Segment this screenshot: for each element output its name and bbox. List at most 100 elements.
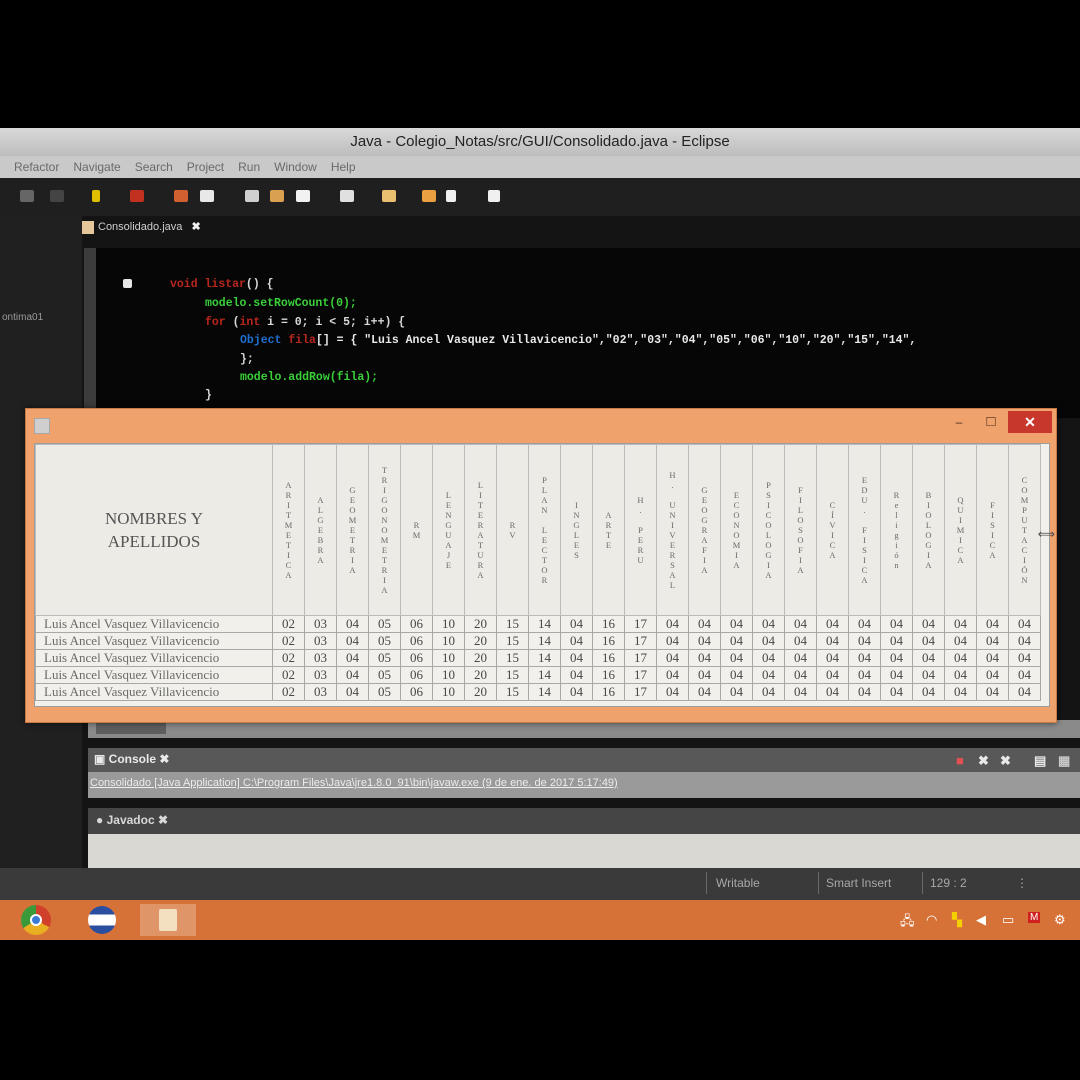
- column-header[interactable]: ARTE: [592, 444, 625, 616]
- grade-cell[interactable]: 04: [976, 615, 1009, 633]
- column-header[interactable]: GEOMETRIA: [336, 444, 369, 616]
- grade-cell[interactable]: 04: [912, 632, 945, 650]
- remove-launch-icon[interactable]: ✖: [978, 753, 989, 769]
- grade-cell[interactable]: 17: [624, 632, 657, 650]
- column-header[interactable]: EDU. FISICA: [848, 444, 881, 616]
- grade-cell[interactable]: 20: [464, 683, 497, 701]
- edit-icon[interactable]: [296, 190, 310, 202]
- table-row[interactable]: Luis Ancel Vasquez Villavicencio 02 03 04 05…: [35, 615, 1041, 633]
- grade-cell[interactable]: 05: [368, 683, 401, 701]
- grade-cell[interactable]: 04: [912, 649, 945, 667]
- grade-cell[interactable]: 04: [688, 666, 721, 684]
- table-row[interactable]: Luis Ancel Vasquez Villavicencio 02 03 04 05…: [35, 666, 1041, 684]
- column-header[interactable]: GEOGRAFIA: [688, 444, 721, 616]
- grade-cell[interactable]: 17: [624, 615, 657, 633]
- grade-cell[interactable]: 04: [720, 683, 753, 701]
- grade-cell[interactable]: 14: [528, 632, 561, 650]
- grade-cell[interactable]: 04: [848, 683, 881, 701]
- grade-cell[interactable]: 14: [528, 683, 561, 701]
- grade-cell[interactable]: 04: [336, 683, 369, 701]
- student-name-cell[interactable]: Luis Ancel Vasquez Villavicencio: [35, 632, 273, 650]
- maximize-button[interactable]: □: [978, 411, 1004, 433]
- column-header[interactable]: H. UNIVERSAL: [656, 444, 689, 616]
- grade-cell[interactable]: 04: [848, 615, 881, 633]
- grade-cell[interactable]: 04: [784, 683, 817, 701]
- grade-cell[interactable]: 04: [944, 666, 977, 684]
- column-header-names[interactable]: NOMBRES Y APELLIDOS: [35, 444, 273, 616]
- close-icon[interactable]: ✖: [191, 221, 200, 233]
- grade-cell[interactable]: 04: [560, 649, 593, 667]
- grade-cell[interactable]: 15: [496, 683, 529, 701]
- scroll-lock-icon[interactable]: ▦: [1058, 753, 1070, 769]
- grade-cell[interactable]: 04: [1008, 666, 1041, 684]
- monitor-icon[interactable]: ▭: [1002, 912, 1014, 928]
- search-icon[interactable]: [245, 190, 259, 202]
- grade-cell[interactable]: 04: [688, 649, 721, 667]
- grade-cell[interactable]: 04: [752, 649, 785, 667]
- column-header[interactable]: FILOSOFIA: [784, 444, 817, 616]
- grade-cell[interactable]: 04: [944, 632, 977, 650]
- open-folder-icon[interactable]: [270, 190, 284, 202]
- debug-icon[interactable]: [92, 190, 100, 202]
- grade-cell[interactable]: 04: [560, 683, 593, 701]
- grade-cell[interactable]: 04: [336, 632, 369, 650]
- console-tab[interactable]: ▣ Console ✖: [94, 752, 169, 766]
- column-header[interactable]: PSICOLOGIA: [752, 444, 785, 616]
- grade-cell[interactable]: 16: [592, 632, 625, 650]
- java-app-taskbar-icon[interactable]: [140, 904, 196, 936]
- bookmark-icon[interactable]: [340, 190, 354, 202]
- grade-cell[interactable]: 04: [880, 649, 913, 667]
- grade-cell[interactable]: 15: [496, 632, 529, 650]
- grade-cell[interactable]: 05: [368, 649, 401, 667]
- menu-item[interactable]: Navigate: [73, 156, 120, 178]
- grade-cell[interactable]: 04: [784, 666, 817, 684]
- grade-cell[interactable]: 04: [880, 615, 913, 633]
- grade-cell[interactable]: 02: [272, 649, 305, 667]
- grade-cell[interactable]: 17: [624, 683, 657, 701]
- column-header[interactable]: LITERATURA: [464, 444, 497, 616]
- minimize-button[interactable]: –: [946, 411, 972, 433]
- grade-cell[interactable]: 16: [592, 649, 625, 667]
- menu-item[interactable]: Project: [187, 156, 224, 178]
- annotation-icon[interactable]: [382, 190, 396, 202]
- close-button[interactable]: ✕: [1008, 411, 1052, 433]
- wifi-icon[interactable]: ◠: [926, 912, 937, 928]
- student-name-cell[interactable]: Luis Ancel Vasquez Villavicencio: [35, 615, 273, 633]
- grade-cell[interactable]: 04: [560, 666, 593, 684]
- column-header[interactable]: ECONOMIA: [720, 444, 753, 616]
- grade-cell[interactable]: 04: [784, 649, 817, 667]
- grade-cell[interactable]: 10: [432, 615, 465, 633]
- grade-cell[interactable]: 20: [464, 649, 497, 667]
- menu-item[interactable]: Search: [135, 156, 173, 178]
- grade-cell[interactable]: 05: [368, 632, 401, 650]
- column-header[interactable]: H. PERU: [624, 444, 657, 616]
- column-header[interactable]: ARITMETICA: [272, 444, 305, 616]
- column-header[interactable]: RV: [496, 444, 529, 616]
- grade-cell[interactable]: 04: [1008, 649, 1041, 667]
- settings-icon[interactable]: ⚙: [1054, 912, 1066, 928]
- grade-cell[interactable]: 03: [304, 666, 337, 684]
- grade-cell[interactable]: 02: [272, 632, 305, 650]
- grade-cell[interactable]: 04: [656, 632, 689, 650]
- browser-icon[interactable]: [80, 904, 124, 936]
- grade-cell[interactable]: 04: [848, 632, 881, 650]
- grade-cell[interactable]: 04: [688, 615, 721, 633]
- clear-console-icon[interactable]: ▤: [1034, 753, 1046, 769]
- grade-cell[interactable]: 04: [880, 632, 913, 650]
- save-icon[interactable]: [50, 190, 64, 202]
- history-arrow-icon[interactable]: [446, 190, 456, 202]
- grade-cell[interactable]: 04: [336, 649, 369, 667]
- grade-cell[interactable]: 03: [304, 632, 337, 650]
- grade-cell[interactable]: 04: [816, 683, 849, 701]
- grade-cell[interactable]: 10: [432, 666, 465, 684]
- grade-cell[interactable]: 10: [432, 649, 465, 667]
- grade-cell[interactable]: 03: [304, 649, 337, 667]
- new-class-icon[interactable]: [174, 190, 188, 202]
- antivirus-icon[interactable]: M: [1028, 912, 1041, 923]
- column-header[interactable]: INGLES: [560, 444, 593, 616]
- column-header[interactable]: BIOLOGIA: [912, 444, 945, 616]
- grade-cell[interactable]: 04: [816, 615, 849, 633]
- column-header[interactable]: RM: [400, 444, 433, 616]
- grade-cell[interactable]: 04: [848, 666, 881, 684]
- close-icon[interactable]: ✖: [158, 813, 168, 827]
